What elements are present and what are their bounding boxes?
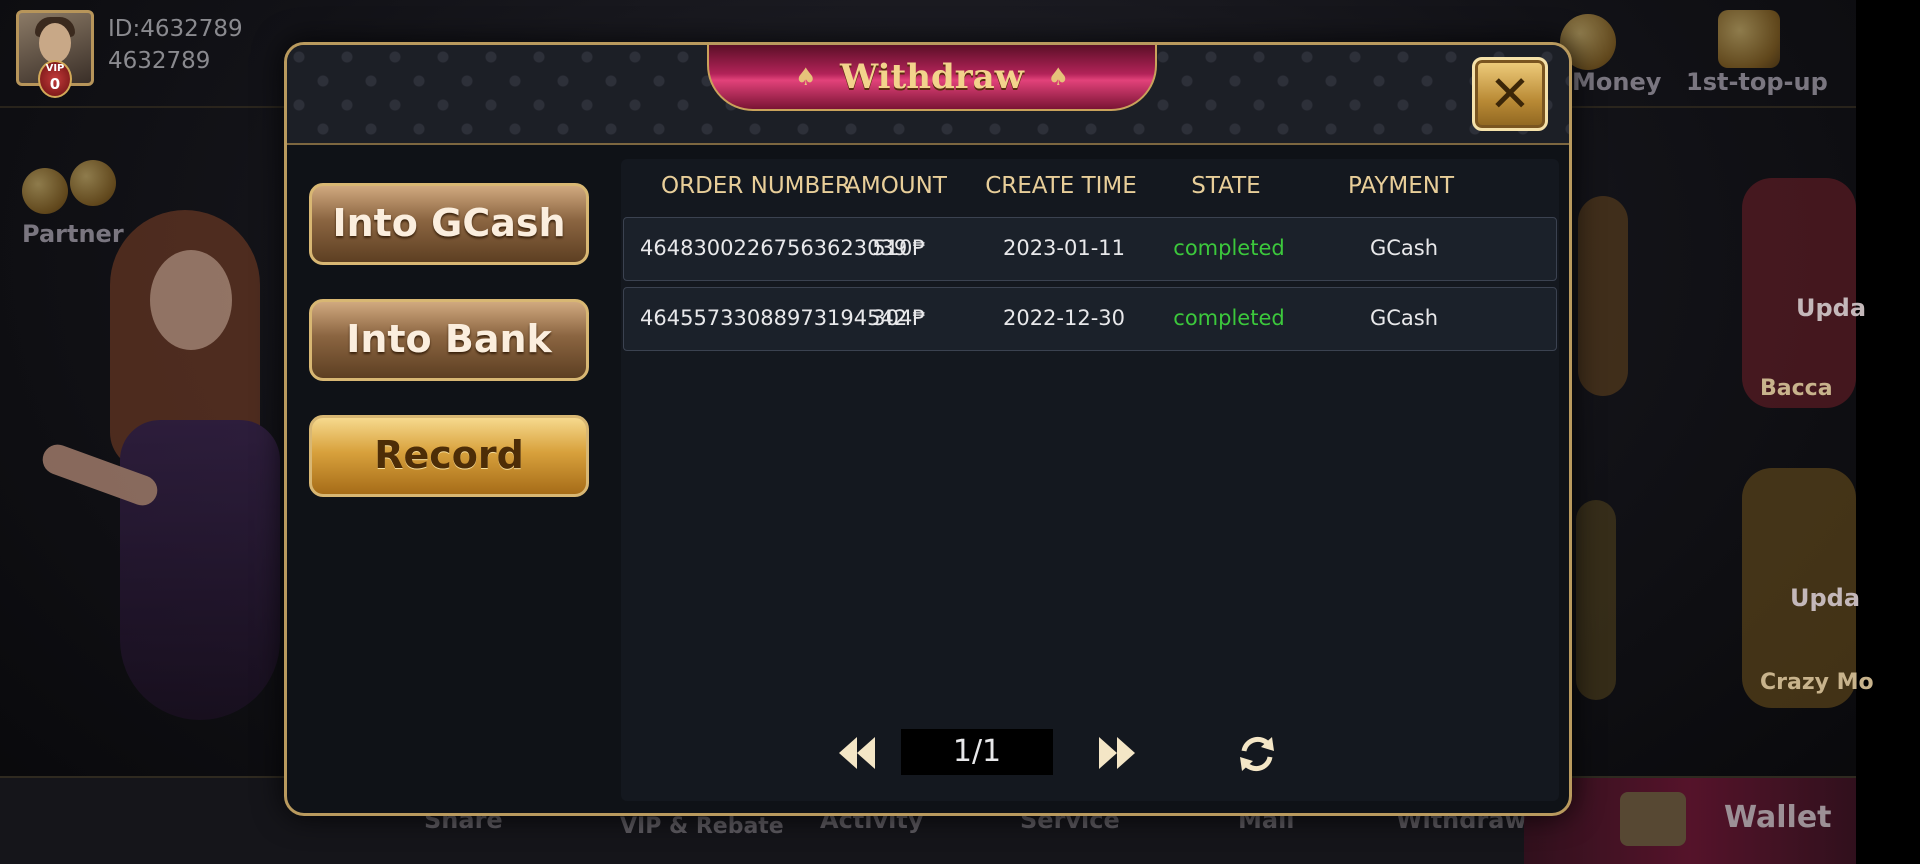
table-row: 46483002267563623039 510₱ 2023-01-11 com…	[623, 217, 1557, 281]
spade-icon: ♠	[1047, 63, 1069, 91]
refresh-button[interactable]	[1236, 733, 1278, 775]
crazy-label: Crazy Mo	[1760, 670, 1874, 695]
into-bank-button[interactable]: Into Bank	[309, 299, 589, 381]
dealer-dress	[120, 420, 280, 720]
first-topup-label[interactable]: 1st-top-up	[1686, 68, 1828, 96]
pagination: 1/1	[621, 729, 1559, 779]
wallet-label: Wallet	[1724, 800, 1832, 835]
dealer-character	[38, 200, 300, 770]
game-card-left[interactable]	[1578, 196, 1628, 396]
create-time-cell: 2023-01-11	[1002, 236, 1126, 260]
column-header-amount: AMOUNT	[845, 173, 947, 199]
amount-cell: 304₱	[872, 306, 926, 330]
refresh-icon	[1240, 736, 1274, 772]
into-gcash-button[interactable]: Into GCash	[309, 183, 589, 265]
modal-header: ♠ Withdraw ♠ ✕	[287, 45, 1569, 145]
payment-cell: GCash	[1369, 236, 1439, 260]
table-header: ORDER NUMBER AMOUNT CREATE TIME STATE PA…	[621, 159, 1559, 217]
withdraw-modal: ♠ Withdraw ♠ ✕ Into GCash Into Bank Reco…	[284, 42, 1572, 816]
wallet-icon	[1620, 792, 1686, 846]
double-right-arrow-icon	[1099, 737, 1135, 769]
order-number-cell: 46483002267563623039	[640, 236, 908, 260]
vip-level: 0	[49, 75, 61, 93]
page-indicator: 1/1	[901, 729, 1053, 775]
title-banner: ♠ Withdraw ♠	[707, 45, 1157, 111]
payment-cell: GCash	[1369, 306, 1439, 330]
next-page-button[interactable]	[1097, 735, 1137, 771]
avatar-face	[39, 23, 71, 63]
dealer-head	[150, 250, 232, 350]
column-header-create-time: CREATE TIME	[985, 173, 1137, 199]
column-header-order-number: ORDER NUMBER	[661, 173, 851, 199]
amount-cell: 510₱	[872, 236, 926, 260]
wallet-button[interactable]: Wallet	[1524, 778, 1856, 864]
bottom-nav-vip-rebate[interactable]: VIP & Rebate	[620, 814, 784, 839]
update-label-2: Upda	[1790, 584, 1861, 612]
close-icon: ✕	[1489, 65, 1531, 123]
previous-page-button[interactable]	[837, 735, 877, 771]
state-cell: completed	[1173, 236, 1285, 260]
game-card-baccarat[interactable]	[1742, 178, 1856, 408]
column-header-state: STATE	[1191, 173, 1261, 199]
baccarat-label: Bacca	[1760, 376, 1833, 401]
record-panel: ORDER NUMBER AMOUNT CREATE TIME STATE PA…	[621, 159, 1559, 801]
user-id: ID:4632789	[108, 16, 243, 42]
vip-badge: VIP 0	[38, 60, 72, 98]
order-number-cell: 46455733088973194542	[640, 306, 908, 330]
money-label[interactable]: Money	[1572, 68, 1661, 96]
state-cell: completed	[1173, 306, 1285, 330]
treasure-chest-icon	[1718, 10, 1780, 68]
double-left-arrow-icon	[839, 737, 875, 769]
record-button[interactable]: Record	[309, 415, 589, 497]
close-button[interactable]: ✕	[1472, 57, 1548, 131]
column-header-payment: PAYMENT	[1347, 173, 1455, 199]
vip-badge-text: VIP	[45, 63, 65, 74]
screen-edge	[1856, 0, 1920, 864]
update-label-1: Upda	[1796, 294, 1867, 322]
modal-title: Withdraw	[840, 57, 1024, 97]
table-row: 46455733088973194542 304₱ 2022-12-30 com…	[623, 287, 1557, 351]
user-name: 4632789	[108, 48, 211, 74]
create-time-cell: 2022-12-30	[1002, 306, 1126, 330]
game-card-left-2[interactable]	[1576, 500, 1616, 700]
